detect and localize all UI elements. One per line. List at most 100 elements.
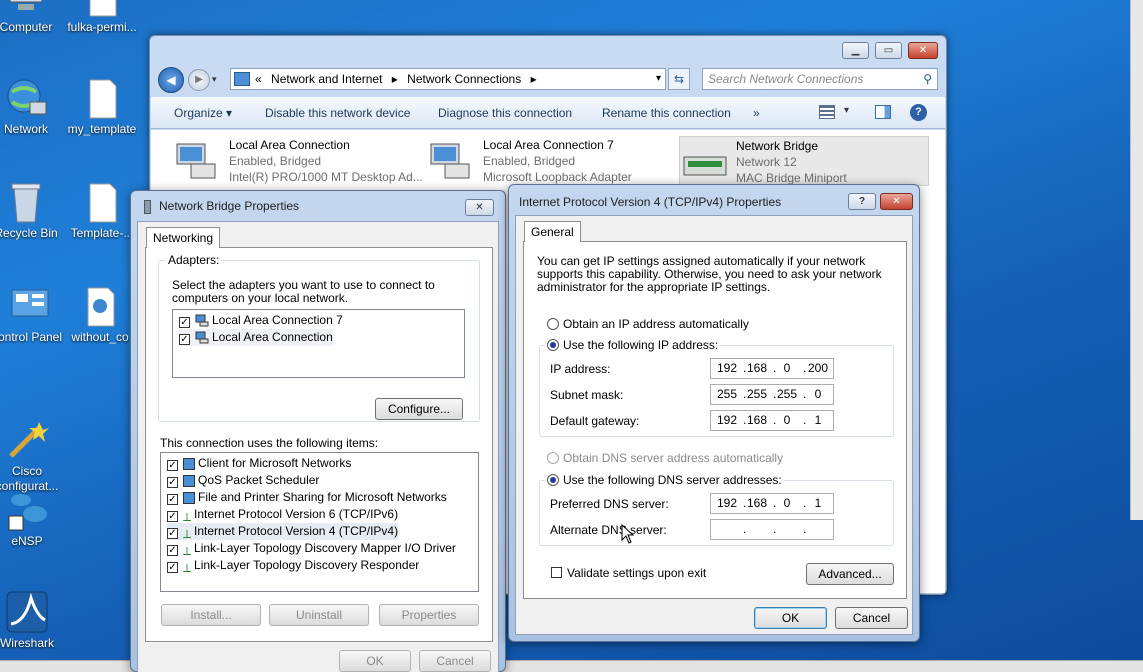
- search-icon: ⚲: [923, 72, 932, 86]
- validate-settings-checkbox[interactable]: Validate settings upon exit: [551, 566, 706, 580]
- protocol-icon: ⟂: [183, 561, 192, 575]
- ok-button[interactable]: OK: [754, 607, 827, 629]
- close-button[interactable]: ✕: [880, 193, 913, 210]
- network-adapter-icon: [195, 331, 209, 344]
- component-item[interactable]: ✓ QoS Packet Scheduler: [167, 472, 319, 489]
- desktop-icon-label: Wireshark: [0, 636, 54, 650]
- radio-icon[interactable]: [547, 318, 559, 330]
- use-dns-radio[interactable]: Use the following DNS server addresses:: [545, 473, 784, 487]
- tab-general[interactable]: General: [524, 221, 581, 242]
- component-item[interactable]: ✓ Client for Microsoft Networks: [167, 455, 351, 472]
- adapter-item[interactable]: ✓ Local Area Connection 7: [179, 312, 343, 329]
- desktop-icon-fulka[interactable]: fulka-permi...: [62, 0, 142, 34]
- dialog-body: Networking Adapters: Select the adapters…: [137, 221, 499, 672]
- forward-button[interactable]: ▶: [188, 69, 210, 91]
- subnet-mask-field[interactable]: 255. 255. 255. 0: [710, 384, 834, 405]
- radio-icon[interactable]: [547, 339, 559, 351]
- component-item[interactable]: ✓ File and Printer Sharing for Microsoft …: [167, 489, 447, 506]
- cancel-button[interactable]: Cancel: [419, 650, 491, 672]
- client-icon: [183, 458, 195, 470]
- diagnose-connection-button[interactable]: Diagnose this connection: [438, 106, 572, 120]
- breadcrumb-separator: «: [255, 72, 262, 86]
- alternate-dns-field[interactable]: ...: [710, 519, 834, 540]
- cancel-button[interactable]: Cancel: [835, 607, 908, 629]
- desktop-icon-ensp[interactable]: eNSP: [0, 488, 67, 548]
- address-dropdown-icon[interactable]: ▾: [656, 69, 661, 89]
- breadcrumb-chevron-icon[interactable]: ▸: [392, 72, 398, 86]
- history-dropdown-icon[interactable]: ▾: [212, 74, 217, 85]
- breadcrumb-network-connections[interactable]: Network Connections: [407, 72, 521, 86]
- ok-button[interactable]: OK: [339, 650, 411, 672]
- breadcrumb-network-and-internet[interactable]: Network and Internet: [271, 72, 382, 86]
- use-ip-radio[interactable]: Use the following IP address:: [545, 338, 721, 352]
- document-icon: [80, 76, 124, 120]
- connection-item-lan[interactable]: Local Area Connection Enabled, Bridged I…: [173, 136, 423, 186]
- back-button[interactable]: ◀: [158, 67, 184, 93]
- adapter-checkbox[interactable]: ✓: [179, 317, 190, 328]
- alternate-dns-label: Alternate DNS server:: [550, 523, 667, 537]
- address-bar[interactable]: « Network and Internet ▸ Network Connect…: [230, 68, 666, 90]
- checkbox-icon[interactable]: [551, 567, 562, 578]
- view-dropdown-icon[interactable]: ▾: [844, 105, 849, 116]
- auto-dns-radio[interactable]: Obtain DNS server address automatically: [547, 451, 783, 465]
- ip-address-label: IP address:: [550, 362, 611, 376]
- refresh-button[interactable]: ⇆: [668, 68, 690, 90]
- component-item[interactable]: ✓ ⟂ Link-Layer Topology Discovery Responde…: [167, 557, 419, 575]
- desktop-icon-network[interactable]: Network: [0, 76, 66, 136]
- minimize-button[interactable]: ▁: [842, 42, 869, 59]
- network-folder-icon: [234, 72, 250, 86]
- desktop-icon-wireshark[interactable]: Wireshark: [0, 590, 67, 650]
- desktop-icon-my-template[interactable]: my_template: [62, 76, 142, 136]
- service-icon: [183, 475, 195, 487]
- wireshark-fin-icon: [5, 590, 49, 634]
- desktop-icon-label: without_co: [71, 330, 129, 344]
- desktop-right-scrollbar[interactable]: [1130, 0, 1143, 520]
- desktop-icon-computer[interactable]: Computer: [0, 0, 66, 34]
- disable-device-button[interactable]: Disable this network device: [265, 106, 410, 120]
- component-item[interactable]: ✓ ⟂ Internet Protocol Version 4 (TCP/IPv4): [167, 523, 399, 541]
- subnet-mask-label: Subnet mask:: [550, 388, 624, 402]
- radio-icon[interactable]: [547, 474, 559, 486]
- preview-pane-icon[interactable]: [875, 105, 891, 119]
- help-icon[interactable]: ?: [910, 104, 927, 121]
- breadcrumb-chevron-icon[interactable]: ▸: [531, 72, 537, 86]
- adapter-item[interactable]: ✓ Local Area Connection: [179, 329, 333, 346]
- install-button[interactable]: Install...: [161, 604, 261, 626]
- component-item[interactable]: ✓ ⟂ Link-Layer Topology Discovery Mapper I…: [167, 540, 456, 558]
- auto-ip-radio[interactable]: Obtain an IP address automatically: [547, 317, 749, 331]
- rename-connection-button[interactable]: Rename this connection: [602, 106, 731, 120]
- back-arrow-icon: ◀: [166, 73, 176, 87]
- tab-networking[interactable]: Networking: [146, 227, 221, 248]
- view-options-icon[interactable]: [819, 105, 835, 119]
- network-globe-icon: [4, 76, 48, 120]
- items-label: This connection uses the following items…: [160, 436, 379, 450]
- search-input[interactable]: Search Network Connections ⚲: [702, 68, 938, 90]
- more-commands-button[interactable]: »: [753, 106, 760, 120]
- connection-status: Enabled, Bridged: [229, 154, 322, 168]
- configure-button[interactable]: Configure...: [375, 398, 463, 420]
- connection-item-lan-7[interactable]: Local Area Connection 7 Enabled, Bridged…: [427, 136, 677, 186]
- close-button[interactable]: ✕: [908, 42, 938, 59]
- uninstall-button[interactable]: Uninstall: [269, 604, 369, 626]
- dialog-body: General You can get IP settings assigned…: [515, 215, 913, 635]
- connection-name: Network Bridge: [736, 139, 819, 153]
- help-button[interactable]: ?: [848, 193, 876, 210]
- adapter-checkbox[interactable]: ✓: [179, 334, 190, 345]
- desktop-icon-recycle-bin[interactable]: Recycle Bin: [0, 180, 66, 240]
- connection-name: Local Area Connection 7: [483, 138, 614, 152]
- radio-icon[interactable]: [547, 452, 559, 464]
- advanced-button[interactable]: Advanced...: [806, 563, 894, 585]
- close-button[interactable]: ✕: [465, 199, 494, 216]
- properties-button[interactable]: Properties: [379, 604, 479, 626]
- desktop-icon-without-co[interactable]: without_co: [60, 284, 140, 344]
- maximize-button[interactable]: ▭: [875, 42, 902, 59]
- service-icon: [183, 492, 195, 504]
- default-gateway-field[interactable]: 192. 168. 0. 1: [710, 410, 834, 431]
- preferred-dns-field[interactable]: 192. 168. 0. 1: [710, 493, 834, 514]
- network-adapter-icon: [176, 143, 216, 179]
- organize-menu[interactable]: Organize ▾: [174, 106, 232, 120]
- component-item[interactable]: ✓ ⟂ Internet Protocol Version 6 (TCP/IPv6): [167, 506, 398, 524]
- ip-address-field[interactable]: 192. 168. 0. 200: [710, 358, 834, 379]
- connection-item-network-bridge[interactable]: Network Bridge Network 12 MAC Bridge Min…: [679, 136, 929, 186]
- preferred-dns-label: Preferred DNS server:: [550, 497, 669, 511]
